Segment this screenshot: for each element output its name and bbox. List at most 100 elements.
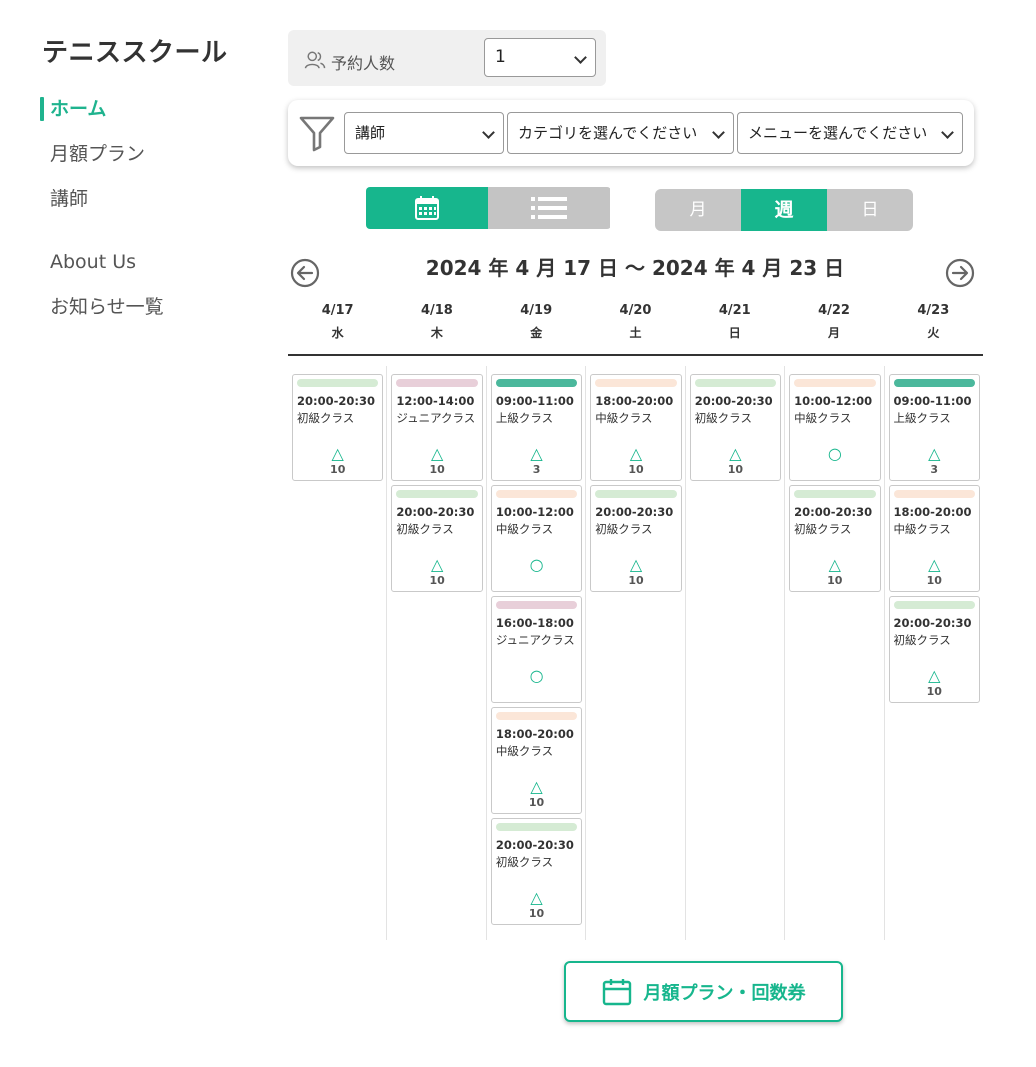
lesson-time: 18:00-20:00 — [595, 394, 674, 408]
lesson-slot-card[interactable]: 20:00-20:30 初級クラス △ 10 — [789, 485, 881, 592]
calendar-icon — [415, 196, 439, 220]
lesson-class: 中級クラス — [595, 411, 653, 425]
period-month-button[interactable]: 月 — [655, 189, 741, 231]
instructor-select[interactable]: 講師 — [344, 112, 504, 154]
lesson-slot-card[interactable]: 20:00-20:30 初級クラス △ 10 — [888, 596, 980, 703]
lesson-time: 18:00-20:00 — [893, 505, 972, 519]
remaining-count: 10 — [628, 463, 644, 476]
remaining-count: 10 — [528, 796, 545, 809]
lesson-slot-card[interactable]: 20:00-20:30 初級クラス △ 10 — [590, 485, 682, 592]
list-view-button[interactable] — [488, 187, 610, 229]
week-day-headers: 4/17 水 4/18 木 4/19 金 4/20 土 4/21 日 4/22 月 4/23 火 — [288, 300, 983, 356]
level-color-bar — [694, 379, 777, 387]
level-color-bar — [495, 601, 578, 609]
nav-item-home[interactable]: ホーム — [40, 95, 262, 140]
lesson-slot-card[interactable]: 12:00-14:00 ジュニアクラス △ 10 — [391, 374, 483, 481]
nav-item-monthly-plan[interactable]: 月額プラン — [42, 140, 262, 185]
remaining-count: 10 — [429, 574, 445, 587]
day-header: 4/21 日 — [685, 300, 784, 354]
nav-item-instructors[interactable]: 講師 — [42, 185, 262, 230]
day-header: 4/20 土 — [586, 300, 685, 354]
lesson-time: 10:00-12:00 — [794, 394, 873, 408]
lesson-time: 20:00-20:30 — [794, 505, 873, 519]
remaining-count: 10 — [330, 463, 346, 476]
level-color-bar — [893, 601, 975, 609]
lesson-slot-card[interactable]: 18:00-20:00 中級クラス △ 10 — [888, 485, 980, 592]
availability-mark: △ — [928, 444, 941, 463]
level-color-bar — [893, 379, 975, 387]
day-header-date: 4/20 — [619, 303, 652, 318]
list-icon — [531, 197, 567, 219]
lesson-slot-card[interactable]: 10:00-12:00 中級クラス ○ — [789, 374, 881, 481]
lesson-time: 20:00-20:30 — [694, 394, 773, 408]
chevron-down-icon — [712, 126, 725, 139]
calendar-icon — [602, 978, 631, 1005]
lesson-slot-card[interactable]: 20:00-20:30 初級クラス △ 10 — [391, 485, 483, 592]
level-color-bar — [495, 490, 578, 498]
next-week-arrow-icon[interactable] — [945, 258, 975, 288]
lesson-slot-card[interactable]: 18:00-20:00 中級クラス △ 10 — [590, 374, 682, 481]
remaining-count: 10 — [727, 463, 744, 476]
day-header-weekday: 水 — [331, 326, 344, 340]
prev-week-arrow-icon[interactable] — [290, 258, 320, 288]
lesson-slot-card[interactable]: 20:00-20:30 初級クラス △ 10 — [689, 374, 782, 481]
day-header-weekday: 火 — [927, 326, 940, 340]
period-day-button[interactable]: 日 — [827, 189, 913, 231]
lesson-class: 中級クラス — [893, 522, 951, 536]
nav-item-about-us[interactable]: About Us — [42, 248, 262, 293]
lesson-time: 09:00-11:00 — [495, 394, 574, 408]
availability-mark: △ — [430, 444, 444, 463]
people-icon — [304, 51, 326, 69]
lesson-time: 20:00-20:30 — [297, 394, 375, 408]
lesson-slot-card[interactable]: 10:00-12:00 中級クラス ○ — [490, 485, 583, 592]
lesson-class: 上級クラス — [495, 411, 554, 425]
lesson-class: 初級クラス — [595, 522, 653, 536]
lesson-slot-card[interactable]: 20:00-20:30 初級クラス △ 10 — [292, 374, 384, 481]
availability-mark: △ — [629, 555, 643, 574]
remaining-count: 10 — [926, 685, 942, 698]
lesson-class: 中級クラス — [495, 522, 554, 536]
level-color-bar — [396, 379, 478, 387]
day-column: 09:00-11:00 上級クラス △ 3 18:00-20:00 中級クラス △ 10 20:… — [885, 366, 983, 940]
lesson-time: 20:00-20:30 — [396, 505, 475, 519]
lesson-time: 18:00-20:00 — [495, 727, 574, 741]
availability-mark: △ — [629, 444, 643, 463]
nav-item-news[interactable]: お知らせ一覧 — [42, 293, 262, 338]
lesson-time: 20:00-20:30 — [495, 838, 574, 852]
chevron-down-icon — [574, 51, 587, 64]
day-header: 4/17 水 — [288, 300, 387, 354]
availability-mark: △ — [430, 555, 444, 574]
availability-mark: △ — [729, 444, 742, 463]
day-column: 10:00-12:00 中級クラス ○ 20:00-20:30 初級クラス △ 10 — [785, 366, 885, 940]
level-color-bar — [893, 490, 975, 498]
day-header: 4/22 月 — [784, 300, 883, 354]
level-color-bar — [595, 490, 677, 498]
lesson-class: 初級クラス — [893, 633, 951, 647]
lesson-class: 中級クラス — [794, 411, 852, 425]
day-header: 4/18 木 — [387, 300, 486, 354]
lesson-slot-card[interactable]: 16:00-18:00 ジュニアクラス ○ — [490, 596, 583, 703]
lesson-slot-card[interactable]: 09:00-11:00 上級クラス △ 3 — [490, 374, 583, 481]
lesson-slot-card[interactable]: 20:00-20:30 初級クラス △ 10 — [490, 818, 583, 925]
availability-mark: △ — [530, 888, 543, 907]
day-header: 4/19 金 — [487, 300, 586, 354]
filter-icon — [299, 116, 335, 152]
period-week-button[interactable]: 週 — [741, 189, 827, 231]
lesson-class: ジュニアクラス — [396, 411, 476, 425]
menu-select[interactable]: メニューを選んでください — [737, 112, 963, 154]
calendar-view-button[interactable] — [366, 187, 488, 229]
lesson-slot-card[interactable]: 18:00-20:00 中級クラス △ 10 — [490, 707, 583, 814]
category-select[interactable]: カテゴリを選んでください — [507, 112, 734, 154]
monthly-plan-ticket-button[interactable]: 月額プラン・回数券 — [564, 961, 843, 1022]
day-header-date: 4/22 — [818, 303, 850, 318]
lesson-class: 初級クラス — [694, 411, 752, 425]
availability-mark: △ — [530, 777, 543, 796]
sidebar-nav: ホーム 月額プラン 講師 About Us お知らせ一覧 — [40, 95, 262, 338]
remaining-count: 10 — [628, 574, 644, 587]
availability-mark: ○ — [529, 666, 544, 685]
lesson-class: 初級クラス — [794, 522, 852, 536]
reservation-count-select[interactable]: 1 — [484, 38, 596, 77]
day-column: 20:00-20:30 初級クラス △ 10 — [288, 366, 388, 940]
chevron-down-icon — [941, 126, 954, 139]
lesson-slot-card[interactable]: 09:00-11:00 上級クラス △ 3 — [888, 374, 980, 481]
